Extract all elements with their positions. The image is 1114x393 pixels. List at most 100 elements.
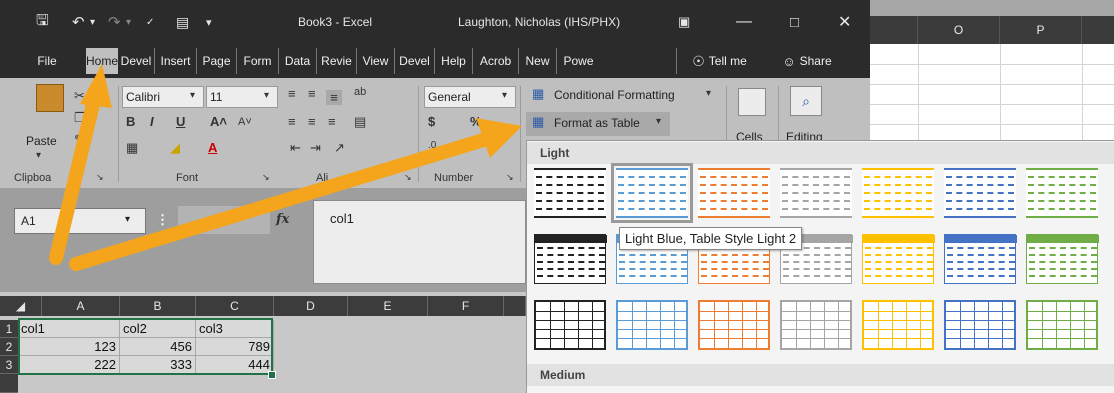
tab-insert[interactable]: Insert bbox=[154, 48, 196, 74]
search-icon[interactable]: ⌕ bbox=[790, 86, 822, 116]
table-style-swatch[interactable] bbox=[862, 300, 934, 350]
paste-label[interactable]: Paste bbox=[26, 134, 57, 148]
column-header-e[interactable]: E bbox=[348, 296, 428, 316]
insert-function-button[interactable]: fx bbox=[276, 212, 289, 227]
align-top-icon[interactable]: ≡ bbox=[288, 86, 296, 101]
paste-icon[interactable] bbox=[36, 84, 64, 112]
row-header-2[interactable]: 2 bbox=[0, 338, 18, 356]
bg-column-header-p[interactable]: P bbox=[1000, 16, 1082, 44]
decrease-font-icon[interactable]: A˅ bbox=[238, 116, 252, 128]
percent-icon[interactable]: % bbox=[470, 114, 482, 129]
currency-icon[interactable]: $ bbox=[428, 114, 435, 129]
table-style-swatch[interactable] bbox=[616, 300, 688, 350]
column-header-partial[interactable] bbox=[504, 296, 526, 316]
formula-input[interactable]: col1 bbox=[313, 200, 526, 284]
font-name-dropdown-icon[interactable]: ▾ bbox=[190, 90, 195, 101]
table-style-swatch[interactable] bbox=[944, 168, 1016, 218]
tab-view[interactable]: View bbox=[356, 48, 394, 74]
tab-page-layout[interactable]: Page bbox=[196, 48, 236, 74]
cut-icon[interactable]: ✂ bbox=[74, 88, 85, 104]
row-header-3[interactable]: 3 bbox=[0, 356, 18, 374]
column-header-a[interactable]: A bbox=[42, 296, 120, 316]
tab-developer-2[interactable]: Devel bbox=[394, 48, 434, 74]
tell-me-search[interactable]: ☉ Tell me bbox=[676, 48, 762, 74]
share-button[interactable]: ☺ Share bbox=[764, 48, 850, 74]
tab-formulas[interactable]: Form bbox=[236, 48, 278, 74]
tab-help[interactable]: Help bbox=[434, 48, 472, 74]
orientation-icon[interactable]: ↗ bbox=[334, 140, 345, 156]
dialog-launcher-icon[interactable]: ↘ bbox=[96, 172, 104, 183]
table-style-swatch[interactable] bbox=[780, 168, 852, 218]
fill-color-icon[interactable]: ◢ bbox=[170, 140, 180, 156]
conditional-formatting-dropdown-icon[interactable]: ▾ bbox=[706, 88, 711, 99]
tab-file[interactable]: File bbox=[36, 48, 58, 74]
table-style-swatch[interactable] bbox=[698, 300, 770, 350]
table-style-swatch[interactable] bbox=[611, 163, 693, 223]
column-header-d[interactable]: D bbox=[274, 296, 348, 316]
font-color-icon[interactable]: A bbox=[208, 140, 217, 155]
align-left-icon[interactable]: ≡ bbox=[288, 114, 296, 129]
column-header-b[interactable]: B bbox=[120, 296, 196, 316]
align-right-icon[interactable]: ≡ bbox=[328, 114, 336, 129]
row-header-1[interactable]: 1 bbox=[0, 320, 18, 338]
increase-indent-icon[interactable]: ⇥ bbox=[310, 140, 321, 156]
paste-dropdown-icon[interactable]: ▾ bbox=[36, 150, 41, 161]
customize-toolbar-icon[interactable]: ▾ bbox=[206, 0, 212, 44]
form-icon[interactable]: ▤ bbox=[176, 0, 189, 44]
increase-decimal-icon[interactable]: .0 bbox=[428, 140, 436, 151]
tab-data[interactable]: Data bbox=[278, 48, 316, 74]
copy-icon[interactable]: ❐ bbox=[74, 110, 86, 126]
table-style-swatch[interactable] bbox=[534, 300, 606, 350]
select-all-corner[interactable]: ◢ bbox=[0, 296, 42, 316]
fill-handle[interactable] bbox=[268, 371, 276, 379]
align-middle-icon[interactable]: ≡ bbox=[308, 86, 316, 101]
minimize-icon[interactable]: — bbox=[736, 0, 752, 44]
table-style-swatch[interactable] bbox=[944, 300, 1016, 350]
table-style-swatch[interactable] bbox=[1026, 234, 1099, 284]
dialog-launcher-icon[interactable]: ↘ bbox=[506, 172, 514, 183]
tab-acrobat[interactable]: Acrob bbox=[472, 48, 518, 74]
number-format-dropdown-icon[interactable]: ▾ bbox=[502, 90, 507, 101]
column-header-c[interactable]: C bbox=[196, 296, 274, 316]
tab-home[interactable]: Home bbox=[86, 48, 118, 74]
format-as-table-dropdown-icon[interactable]: ▾ bbox=[656, 116, 661, 127]
wrap-text-icon[interactable]: ab bbox=[354, 86, 366, 98]
increase-font-icon[interactable]: A˄ bbox=[210, 114, 227, 129]
bg-column-header-q[interactable]: Q bbox=[1082, 16, 1114, 44]
spelling-icon[interactable]: ✓ bbox=[146, 0, 154, 44]
format-as-table-button[interactable]: Format as Table bbox=[554, 116, 640, 130]
undo-icon[interactable]: ↶ bbox=[72, 0, 85, 44]
decrease-indent-icon[interactable]: ⇤ bbox=[290, 140, 301, 156]
table-style-swatch[interactable] bbox=[698, 168, 770, 218]
maximize-icon[interactable]: □ bbox=[790, 0, 799, 44]
dialog-launcher-icon[interactable]: ↘ bbox=[262, 172, 270, 183]
close-icon[interactable]: ✕ bbox=[838, 0, 851, 44]
tab-review[interactable]: Revie bbox=[316, 48, 356, 74]
format-painter-icon[interactable]: ✎ bbox=[74, 132, 85, 148]
align-bottom-icon[interactable]: ≡ bbox=[326, 90, 342, 105]
row-header-partial[interactable] bbox=[0, 374, 18, 393]
underline-icon[interactable]: U bbox=[176, 114, 185, 129]
dialog-launcher-icon[interactable]: ↘ bbox=[404, 172, 412, 183]
merge-center-icon[interactable]: ▤ bbox=[354, 114, 366, 130]
undo-dropdown-icon[interactable]: ▾ bbox=[90, 0, 95, 44]
table-style-swatch[interactable] bbox=[1026, 300, 1098, 350]
cells-icon[interactable] bbox=[738, 88, 766, 116]
ribbon-display-icon[interactable]: ▣ bbox=[678, 0, 690, 44]
table-style-swatch[interactable] bbox=[944, 234, 1017, 284]
borders-icon[interactable]: ▦ bbox=[126, 140, 138, 156]
font-size-dropdown-icon[interactable]: ▾ bbox=[264, 90, 269, 101]
italic-icon[interactable]: I bbox=[150, 114, 154, 129]
table-style-swatch[interactable] bbox=[862, 168, 934, 218]
conditional-formatting-button[interactable]: Conditional Formatting bbox=[554, 88, 675, 102]
bold-icon[interactable]: B bbox=[126, 114, 135, 129]
bg-column-header-o[interactable]: O bbox=[918, 16, 1000, 44]
name-box[interactable]: A1 ▾ bbox=[14, 208, 146, 234]
table-style-swatch[interactable] bbox=[862, 234, 935, 284]
table-style-swatch[interactable] bbox=[780, 300, 852, 350]
tab-power[interactable]: Powe bbox=[556, 48, 600, 74]
align-center-icon[interactable]: ≡ bbox=[308, 114, 316, 129]
user-name[interactable]: Laughton, Nicholas (IHS/PHX) bbox=[458, 0, 620, 44]
more-options-icon[interactable]: ⋮ bbox=[156, 212, 169, 228]
tab-new[interactable]: New bbox=[518, 48, 556, 74]
